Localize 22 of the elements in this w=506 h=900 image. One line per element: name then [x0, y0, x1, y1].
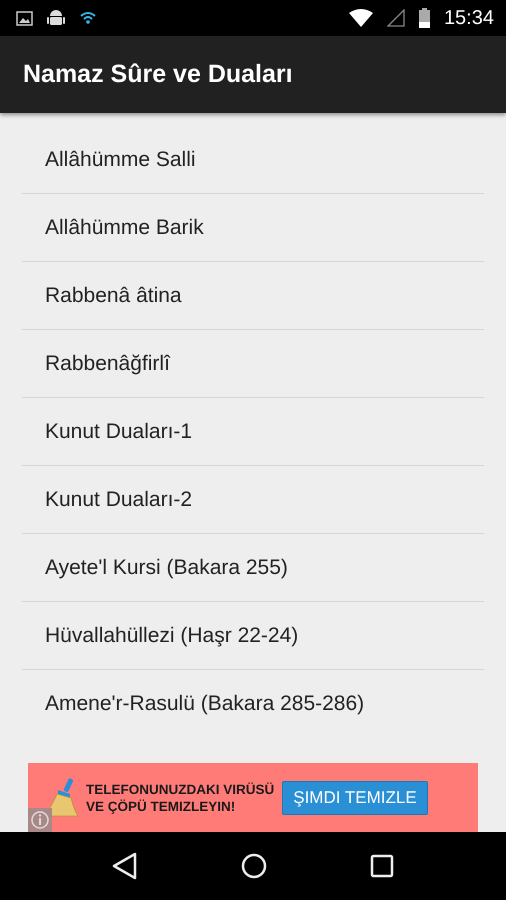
home-icon[interactable] [240, 853, 267, 879]
list-item[interactable]: Ayete'l Kursi (Bakara 255) [22, 534, 484, 602]
cell-signal-icon [386, 9, 405, 27]
list-item[interactable]: Kunut Duaları-2 [22, 466, 484, 534]
app-title: Namaz Sûre ve Duaları [23, 60, 293, 89]
list-item[interactable]: Allâhümme Barik [22, 194, 484, 262]
ad-text: VE ÇÖPÜ TEMIZLEYIN! [86, 798, 236, 814]
list-item[interactable]: Rabbenâğfirlî [22, 330, 484, 398]
list-item[interactable]: Rabbenâ âtina [22, 262, 484, 330]
ad-text: TELEFONUNUZDAKI VIRÜSÜ [86, 782, 274, 796]
wifi-signal-icon [348, 9, 373, 27]
list-item[interactable]: Hüvallahüllezi (Haşr 22-24) [22, 602, 484, 670]
battery-icon [418, 8, 430, 28]
list-item[interactable]: Amene'r-Rasulü (Bakara 285-286) [22, 670, 484, 738]
image-icon [16, 10, 33, 26]
android-icon [47, 8, 65, 28]
status-time: 15:34 [444, 6, 494, 30]
list-item[interactable]: Allâhümme Salli [22, 126, 484, 194]
list-item[interactable]: Kunut Duaları-1 [22, 398, 484, 466]
recents-icon[interactable] [370, 854, 394, 878]
back-icon[interactable] [112, 852, 138, 880]
wifi-icon [79, 11, 97, 25]
